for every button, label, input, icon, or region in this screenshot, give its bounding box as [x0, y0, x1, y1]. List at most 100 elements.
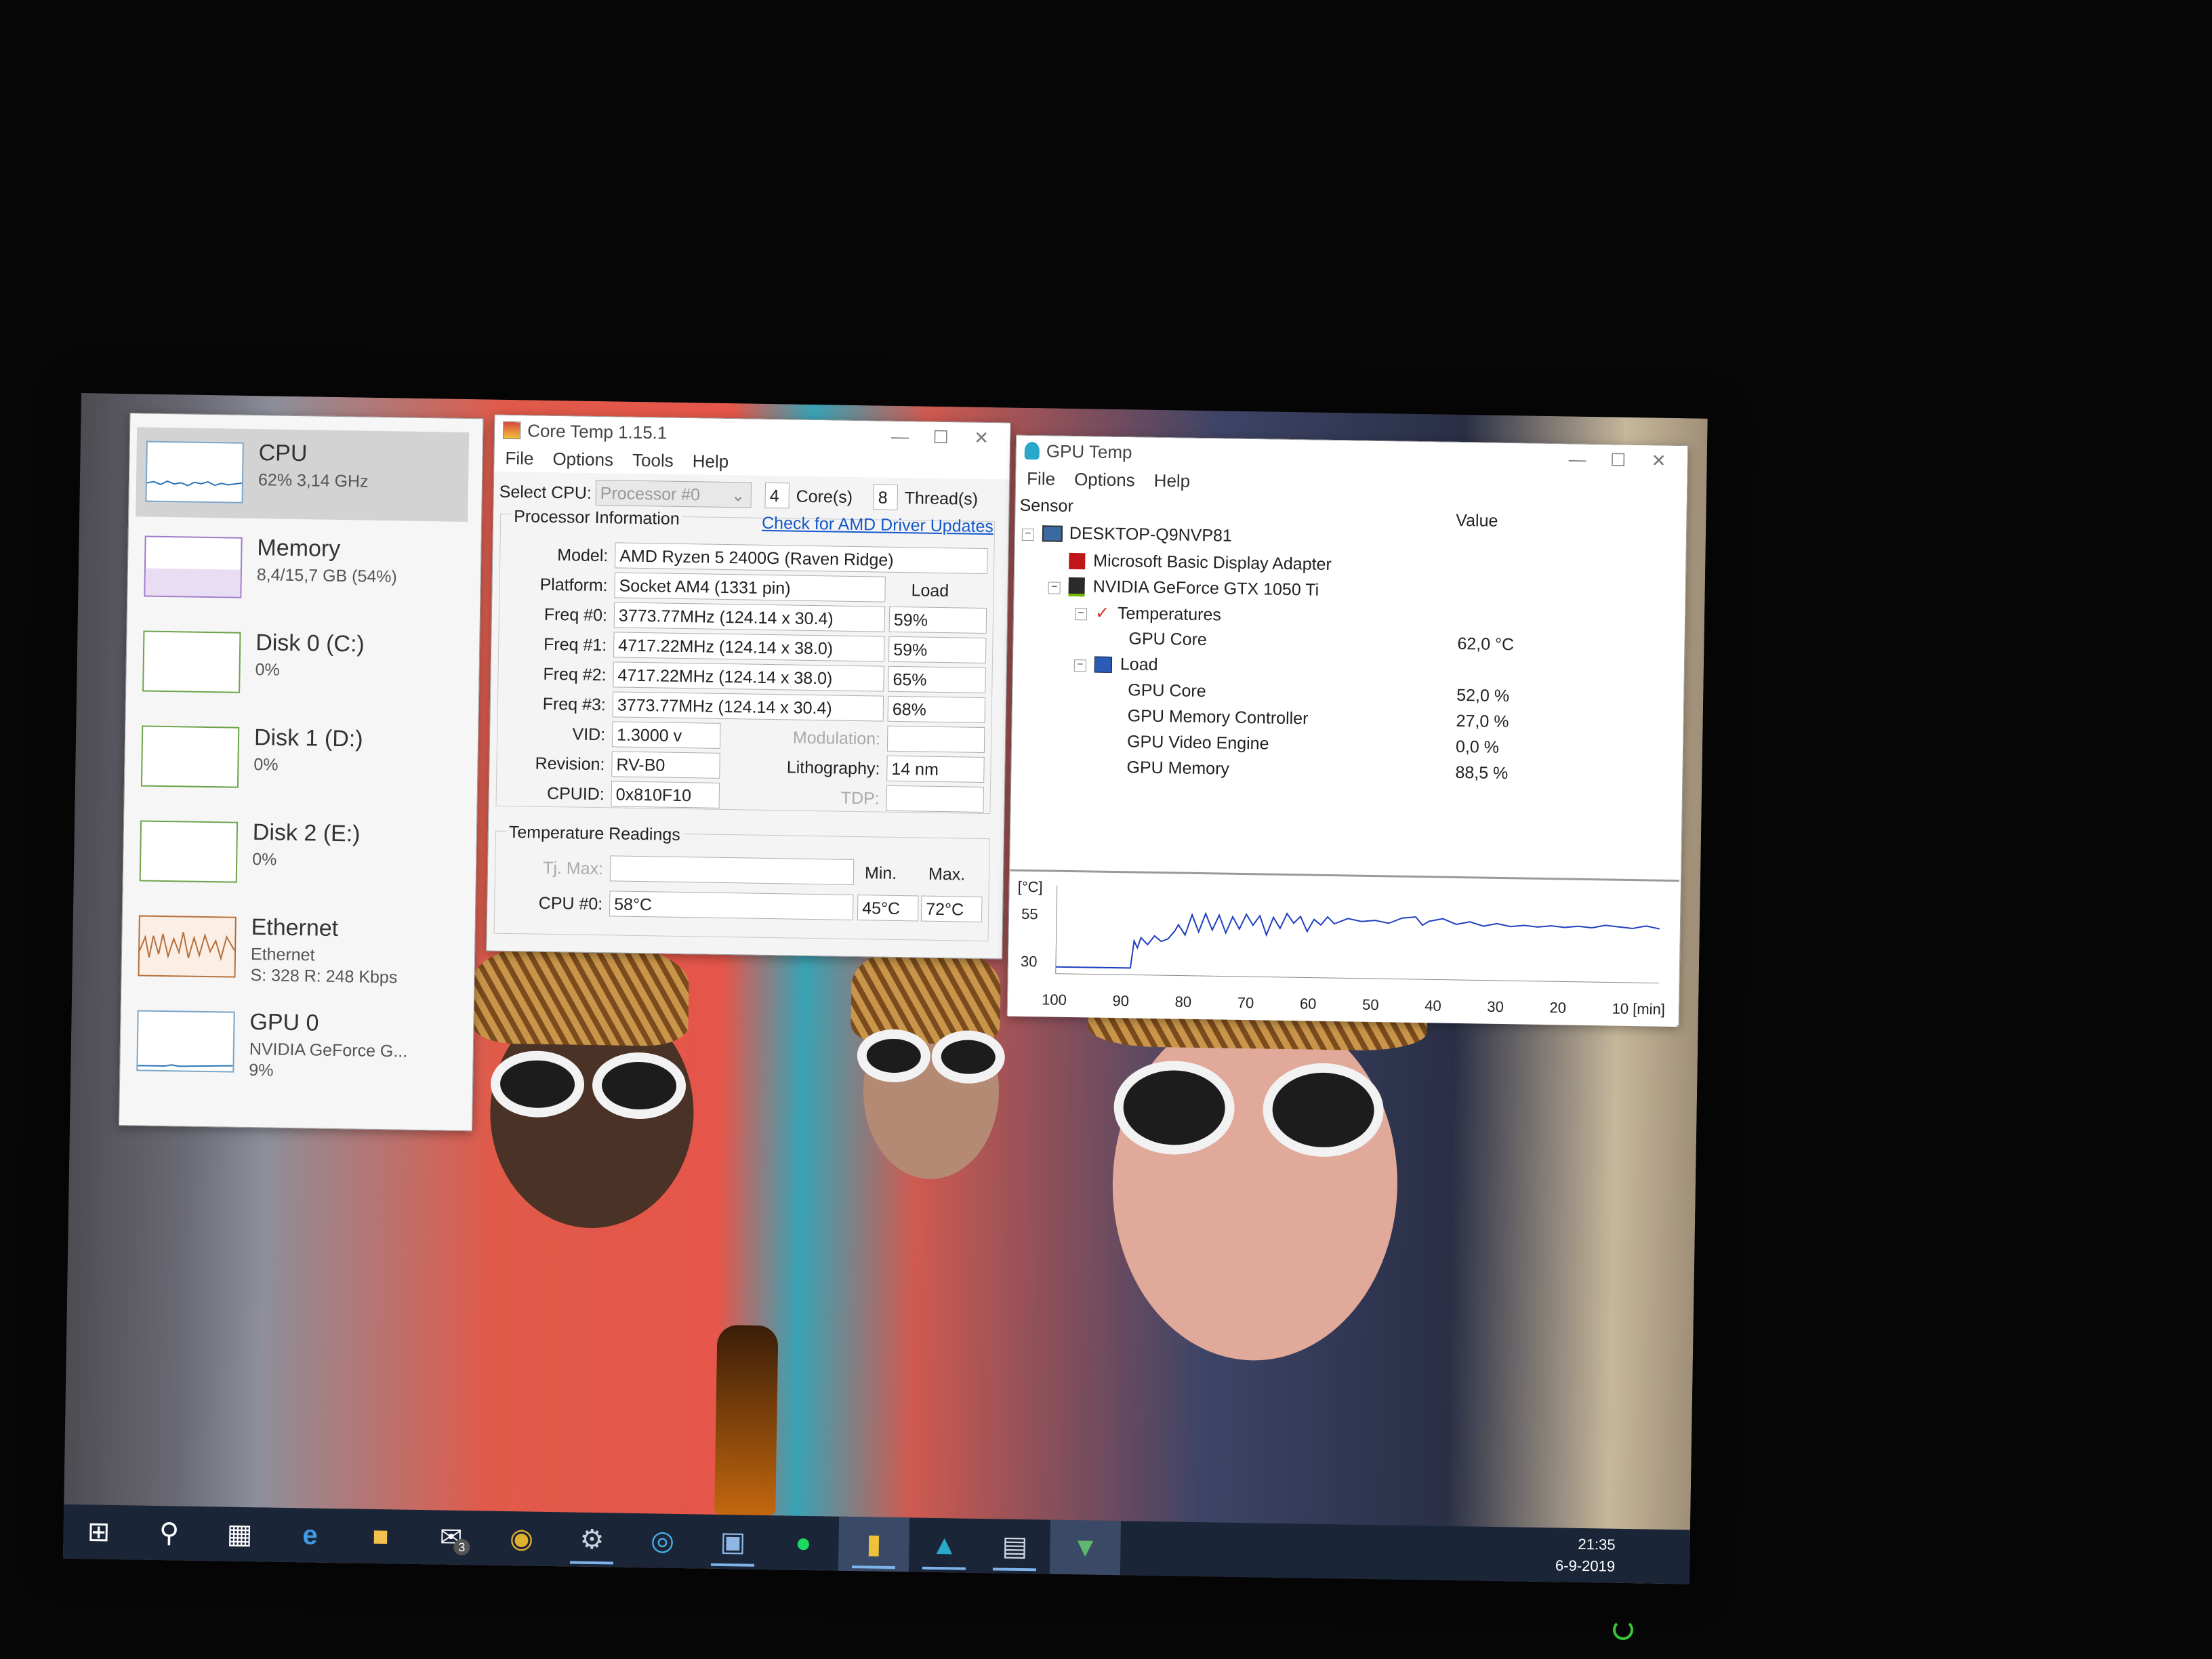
- menu-file[interactable]: File: [505, 448, 533, 470]
- tree-node-load[interactable]: Load: [1094, 655, 1158, 675]
- minimize-button[interactable]: —: [1557, 449, 1597, 470]
- amd-driver-link[interactable]: Check for AMD Driver Updates: [762, 514, 994, 537]
- tree-node-gtx1050ti[interactable]: NVIDIA GeForce GTX 1050 Ti: [1068, 577, 1319, 600]
- collapse-toggle[interactable]: −: [1021, 528, 1035, 541]
- tree-node-computer[interactable]: DESKTOP-Q9NVP81: [1042, 523, 1232, 546]
- tree-leaf-gpu-memory[interactable]: GPU Memory: [1126, 758, 1229, 779]
- collapse-toggle[interactable]: −: [1073, 659, 1087, 672]
- taskmgr-item-detail: 8,4/15,7 GB (54%): [256, 565, 398, 587]
- coretemp-icon[interactable]: ▮: [838, 1516, 910, 1572]
- uplay-icon[interactable]: ◎: [627, 1513, 698, 1569]
- search-icon[interactable]: ⚲: [134, 1505, 205, 1561]
- load-header: Load: [911, 581, 949, 601]
- gpu-graph-thumbnail: [136, 1010, 235, 1073]
- cpu0-min: 45°C: [857, 895, 919, 922]
- taskmgr-item-gpu0[interactable]: GPU 0 NVIDIA GeForce G... 9%: [127, 996, 460, 1091]
- cpu-sparkline: [146, 480, 243, 487]
- edge-icon[interactable]: e: [274, 1508, 346, 1563]
- minimize-button[interactable]: —: [880, 426, 920, 447]
- gpu-memory-value: 88,5 %: [1455, 762, 1509, 783]
- cpuid-value: 0x810F10: [611, 781, 720, 808]
- chevron-down-icon: ⌄: [731, 486, 745, 506]
- close-button[interactable]: ✕: [961, 427, 1002, 449]
- disk0-graph-thumbnail: [142, 630, 241, 693]
- freq3-label: Freq #3:: [542, 694, 607, 715]
- freq0-value: 3773.77MHz (124.14 x 30.4): [613, 602, 886, 632]
- menu-options[interactable]: Options: [552, 449, 613, 470]
- taskmgr-item-name: Disk 2 (E:): [252, 819, 361, 847]
- taskmgr-item-name: Disk 1 (D:): [253, 724, 363, 752]
- processor-select[interactable]: Processor #0 ⌄: [595, 479, 752, 508]
- x-tick: 40: [1425, 997, 1441, 1015]
- taskmgr-item-disk0[interactable]: Disk 0 (C:) 0%: [133, 617, 466, 712]
- menu-tools[interactable]: Tools: [632, 450, 674, 472]
- cpu0-label: CPU #0:: [538, 893, 603, 914]
- system-clock[interactable]: 21:35 6-9-2019: [1555, 1533, 1616, 1577]
- taskmgr-item-ethernet[interactable]: Ethernet Ethernet S: 328 R: 248 Kbps: [128, 901, 462, 996]
- gpu-core-temp-value: 62,0 °C: [1457, 634, 1515, 655]
- maximize-button[interactable]: ☐: [1597, 449, 1638, 471]
- collapse-toggle[interactable]: −: [1048, 581, 1061, 594]
- tree-leaf-gpu-core-temp[interactable]: GPU Core: [1128, 629, 1207, 650]
- tree-node-label: NVIDIA GeForce GTX 1050 Ti: [1092, 577, 1319, 600]
- gpu-usage: 9%: [249, 1061, 274, 1080]
- taskmgr-item-detail: 0%: [253, 755, 279, 775]
- photos-icon[interactable]: ▣: [697, 1514, 769, 1570]
- platform-value: Socket AM4 (1331 pin): [614, 572, 886, 602]
- tree-leaf-gpu-core-load[interactable]: GPU Core: [1128, 680, 1206, 701]
- clock-time: 21:35: [1578, 1535, 1616, 1553]
- memory-fill: [145, 568, 241, 597]
- menu-help[interactable]: Help: [1153, 470, 1190, 492]
- menu-file[interactable]: File: [1027, 468, 1055, 490]
- taskmgr-item-disk1[interactable]: Disk 1 (D:) 0%: [131, 712, 465, 806]
- wallpaper-person-right: [1109, 1006, 1400, 1363]
- task-manager-window: CPU 62% 3,14 GHz Memory 8,4/15,7 GB (54%…: [119, 413, 484, 1132]
- cores-count: 4: [764, 482, 790, 509]
- menu-options[interactable]: Options: [1074, 469, 1135, 491]
- gpu-core-load-value: 52,0 %: [1456, 685, 1510, 706]
- x-tick: 30: [1487, 998, 1504, 1016]
- freq1-load: 59%: [888, 636, 987, 664]
- spotify-icon[interactable]: ●: [768, 1515, 839, 1571]
- processor-select-value: Processor #0: [600, 484, 701, 505]
- gputemp-icon[interactable]: ▲: [909, 1517, 980, 1573]
- threads-count: 8: [873, 484, 899, 510]
- wallpaper-bottle: [714, 1324, 779, 1516]
- chrome-icon[interactable]: ◉: [486, 1511, 557, 1567]
- collapse-toggle[interactable]: −: [1074, 607, 1088, 621]
- tree-leaf-gpu-memory-controller[interactable]: GPU Memory Controller: [1127, 706, 1308, 729]
- tree-node-temperatures[interactable]: ✓ Temperatures: [1095, 603, 1221, 626]
- windows-start-icon[interactable]: ⊞: [63, 1504, 134, 1560]
- modulation-label: Modulation:: [792, 728, 881, 749]
- computer-icon: [1042, 525, 1063, 543]
- taskmgr-item-detail: 0%: [252, 850, 277, 869]
- x-tick: 80: [1174, 993, 1192, 1010]
- close-button[interactable]: ✕: [1638, 450, 1679, 472]
- maximize-button[interactable]: ☐: [920, 426, 961, 448]
- freq0-label: Freq #0:: [544, 605, 608, 626]
- wallpaper-hair-left: [471, 941, 690, 1047]
- file-explorer-icon[interactable]: ■: [345, 1509, 416, 1564]
- freq2-value: 4717.22MHz (124.14 x 38.0): [613, 661, 884, 692]
- x-tick: 90: [1112, 992, 1130, 1010]
- gpu-video-engine-value: 0,0 %: [1455, 737, 1500, 757]
- vpn-icon[interactable]: ▼: [1049, 1519, 1122, 1576]
- cpu-graph-thumbnail: [145, 441, 244, 504]
- ethernet-adapter-name: Ethernet: [250, 945, 315, 965]
- steam-icon[interactable]: ⚙: [556, 1512, 628, 1568]
- monitor-screen: CPU 62% 3,14 GHz Memory 8,4/15,7 GB (54%…: [62, 393, 1708, 1584]
- tree-leaf-gpu-video-engine[interactable]: GPU Video Engine: [1127, 732, 1269, 754]
- cpu0-max: 72°C: [920, 895, 983, 922]
- task-view-icon[interactable]: ▦: [204, 1507, 275, 1562]
- mail-icon[interactable]: ✉ 3: [415, 1510, 487, 1565]
- max-header: Max.: [928, 864, 966, 884]
- taskmgr-item-name: GPU 0: [249, 1009, 319, 1036]
- taskmgr-icon[interactable]: ▤: [979, 1519, 1050, 1574]
- tree-node-basic-display[interactable]: Microsoft Basic Display Adapter: [1069, 551, 1332, 575]
- taskmgr-item-disk2[interactable]: Disk 2 (E:) 0%: [129, 806, 463, 901]
- clock-date: 6-9-2019: [1555, 1557, 1616, 1575]
- taskmgr-item-cpu[interactable]: CPU 62% 3,14 GHz: [136, 427, 470, 522]
- taskmgr-item-detail: NVIDIA GeForce G... 9%: [249, 1039, 407, 1084]
- menu-help[interactable]: Help: [693, 451, 729, 472]
- taskmgr-item-memory[interactable]: Memory 8,4/15,7 GB (54%): [134, 522, 468, 617]
